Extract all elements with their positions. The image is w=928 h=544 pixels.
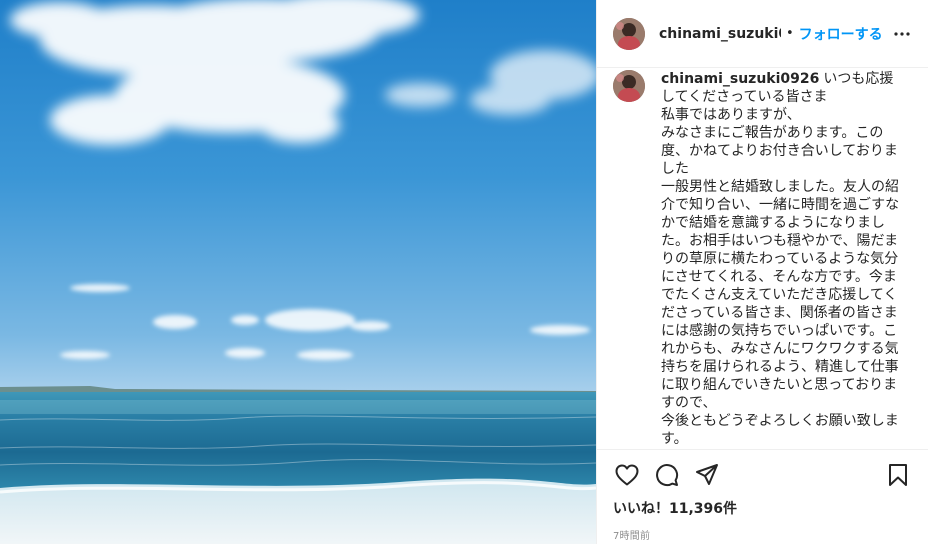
more-icon[interactable] — [890, 22, 914, 46]
avatar[interactable] — [613, 17, 645, 50]
separator-dot: • — [786, 26, 794, 41]
sea-sky-image — [0, 0, 596, 544]
post-timestamp[interactable]: 7時間前 — [613, 527, 912, 542]
caption-avatar[interactable] — [613, 70, 645, 102]
avatar-image — [613, 70, 645, 102]
header-username[interactable]: chinami_suzuki09 — [659, 26, 781, 42]
caption: chinami_suzuki0926 いつも応援してくださっている皆さま 私事では… — [661, 70, 907, 449]
action-icons — [613, 460, 912, 490]
comment-icon[interactable] — [653, 461, 681, 489]
follow-button[interactable]: フォローする — [799, 24, 883, 44]
avatar-image — [613, 17, 645, 50]
post-side-panel: chinami_suzuki09 • フォローする chin — [596, 0, 928, 544]
post-header: chinami_suzuki09 • フォローする — [597, 0, 928, 68]
likes-count[interactable]: いいね！11,396件 — [613, 498, 912, 518]
caption-username[interactable]: chinami_suzuki0926 — [661, 71, 819, 87]
comments-area[interactable]: chinami_suzuki0926 いつも応援してくださっている皆さま 私事では… — [597, 68, 928, 449]
share-icon[interactable] — [693, 461, 721, 489]
caption-text: いつも応援してくださっている皆さま 私事ではありますが、 みなさまにご報告があり… — [661, 71, 900, 447]
heart-icon[interactable] — [613, 461, 641, 489]
post-photo[interactable] — [0, 0, 596, 544]
post-dialog: chinami_suzuki09 • フォローする chin — [0, 0, 928, 544]
post-actions: いいね！11,396件 7時間前 — [597, 449, 928, 544]
bookmark-icon[interactable] — [884, 461, 912, 489]
